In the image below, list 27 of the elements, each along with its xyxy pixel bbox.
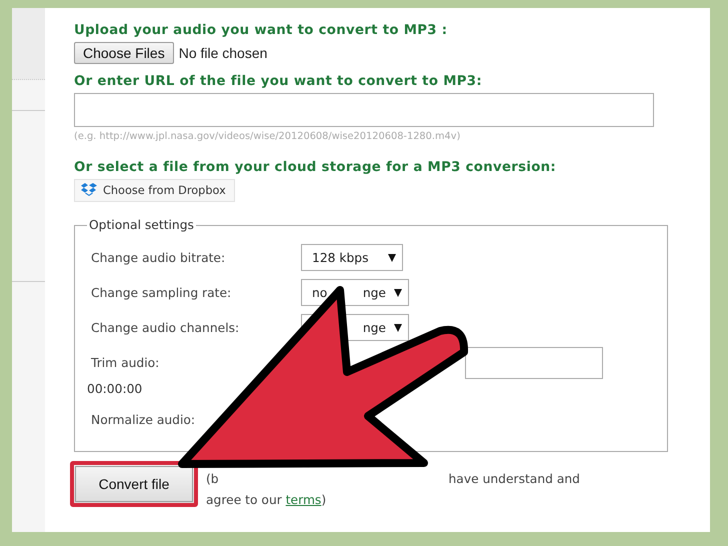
choose-files-button[interactable]: Choose Files xyxy=(74,42,174,64)
section-heading: Or enter URL of the file you want to convert to MP3: xyxy=(74,74,483,89)
terms-note: (b xyxy=(206,471,219,488)
setting-label: Change audio bitrate: xyxy=(91,250,226,264)
file-status: No file chosen xyxy=(178,45,268,61)
setting-label: Change sampling rate: xyxy=(91,286,232,300)
terms-note: agree to our xyxy=(206,493,282,507)
terms-link[interactable]: terms xyxy=(286,493,322,507)
setting-label: Trim audio: xyxy=(91,356,160,370)
dropbox-icon xyxy=(81,183,97,198)
time-text: 00:00:00 xyxy=(87,382,144,396)
terms-note: ) xyxy=(321,493,326,507)
trim-end-field[interactable] xyxy=(465,346,603,378)
url-hint: (e.g. http://www.jpl.nasa.gov/videos/wise/20120608/wise20120608-1280.m4v) xyxy=(74,131,462,142)
caret-icon xyxy=(388,254,396,262)
url-field[interactable] xyxy=(74,93,654,127)
section-heading: Or select a file from your cloud storage for a MP3 conversion: xyxy=(74,160,558,175)
dropbox-button[interactable]: Choose from Dropbox xyxy=(74,179,235,202)
terms-note: have understand and xyxy=(448,471,580,488)
setting-label: Normalize audio: xyxy=(91,412,196,426)
group-legend: Optional settings xyxy=(87,218,196,232)
setting-label: Change audio channels: xyxy=(91,320,240,334)
section-heading: Upload your audio you want to convert to MP3 : xyxy=(74,23,448,38)
convert-button[interactable]: Convert file xyxy=(70,461,198,507)
caret-icon xyxy=(394,324,402,332)
caret-icon xyxy=(394,288,402,296)
dropdown[interactable]: 128 kbps xyxy=(301,244,403,271)
